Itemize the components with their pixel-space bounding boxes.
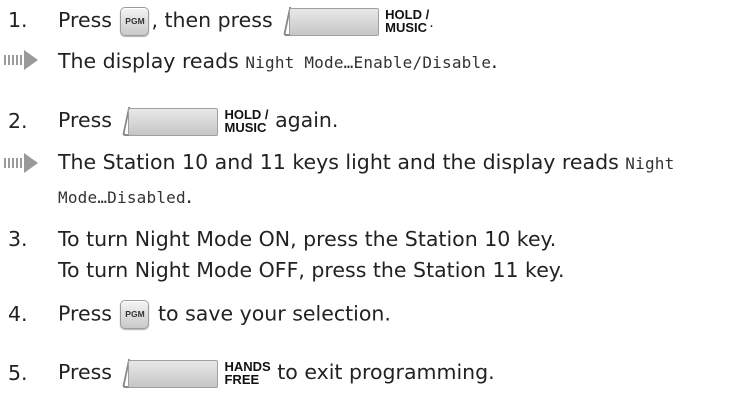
hold-music-key-label: HOLD / MUSIC (385, 7, 430, 35)
step-text-end: . (429, 15, 434, 31)
pgm-button-icon: PGM (120, 300, 150, 329)
hands-free-key-label: HANDS FREE (224, 359, 271, 387)
hold-music-key-label: HOLD / MUSIC (224, 107, 269, 135)
result-text-continued: Mode…Disabled. (58, 184, 193, 208)
pgm-label: PGM (125, 15, 145, 26)
step-number: 4. (8, 302, 28, 326)
display-readout: Night (625, 154, 675, 173)
press-label: Press (58, 8, 112, 32)
step-number: 2. (8, 109, 28, 133)
press-label: Press (58, 301, 112, 326)
step-number: 1. (8, 8, 28, 32)
result-text: The display reads Night Mode…Enable/Disa… (58, 49, 498, 73)
hold-music-key-icon (283, 6, 380, 36)
press-label: Press (58, 108, 112, 132)
step-text-end: again. (275, 108, 339, 132)
pgm-button-icon: PGM (120, 6, 150, 36)
step-text-end: to exit programming. (277, 360, 495, 384)
hands-free-key-icon (122, 358, 219, 388)
step-text: Press PGM , then press HOLD / MUSIC. (58, 6, 434, 36)
display-readout: Mode…Disabled (58, 188, 186, 207)
display-readout: Night Mode…Enable/Disable (245, 53, 492, 72)
step-text-line2: To turn Night Mode OFF, press the Statio… (58, 258, 565, 282)
hold-music-key-icon (122, 106, 219, 136)
step-number: 5. (8, 361, 28, 385)
step-text-line1: To turn Night Mode ON, press the Station… (58, 227, 557, 251)
press-label: Press (58, 360, 112, 384)
result-arrow-icon (4, 50, 38, 70)
step-text: Press HANDS FREE to exit programming. (58, 358, 495, 388)
step-text-mid: , then press (151, 8, 273, 32)
step-text: Press PGM to save your selection. (58, 300, 391, 329)
result-text: The Station 10 and 11 keys light and the… (58, 150, 675, 174)
step-text-end: to save your selection. (158, 301, 391, 326)
result-arrow-icon (4, 153, 38, 173)
step-text: Press HOLD / MUSIC again. (58, 106, 338, 136)
pgm-label: PGM (125, 309, 145, 319)
step-number: 3. (8, 227, 28, 251)
